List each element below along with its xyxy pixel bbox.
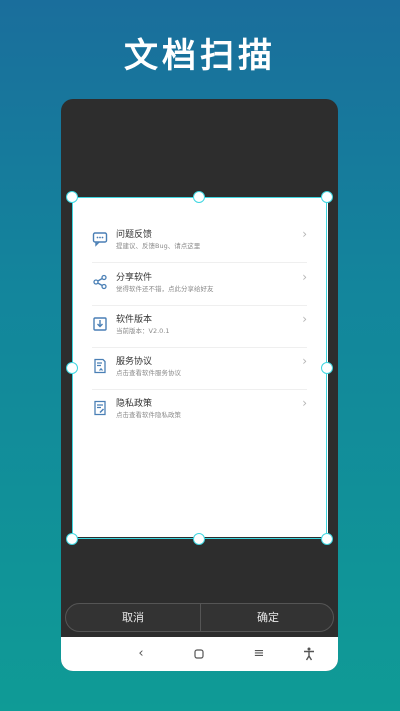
crop-handle-right[interactable]	[321, 362, 333, 374]
crop-handle-bottom-left[interactable]	[66, 533, 78, 545]
list-item-version: 软件版本 当前版本：V2.0.1 ›	[92, 312, 307, 348]
chevron-right-icon: ›	[302, 312, 307, 326]
headline: 文档扫描	[124, 36, 276, 76]
item-subtitle: 提建议、反馈Bug、请点这里	[116, 242, 201, 250]
scanned-document: 问题反馈 提建议、反馈Bug、请点这里 › 分享软件 觉得软件还不错，点此分享给…	[72, 197, 328, 537]
feedback-icon	[92, 232, 108, 247]
crop-handle-top-left[interactable]	[66, 191, 78, 203]
item-subtitle: 点击查看软件服务协议	[116, 369, 181, 377]
confirm-button[interactable]: 确定	[201, 604, 335, 631]
item-title: 软件版本	[116, 315, 153, 325]
list-item-privacy: 隐私政策 点击查看软件隐私政策 ›	[92, 396, 307, 432]
back-icon[interactable]: ‹	[133, 646, 149, 662]
item-subtitle: 点击查看软件隐私政策	[116, 411, 181, 419]
share-icon	[93, 274, 107, 290]
divider	[92, 347, 307, 348]
crop-handle-left[interactable]	[66, 362, 78, 374]
chevron-right-icon: ›	[302, 227, 307, 241]
privacy-icon	[94, 400, 106, 416]
item-title: 服务协议	[116, 357, 153, 367]
phone-mockup: 问题反馈 提建议、反馈Bug、请点这里 › 分享软件 觉得软件还不错，点此分享给…	[61, 99, 338, 671]
list-item-agreement: 服务协议 点击查看软件服务协议 ›	[92, 354, 307, 390]
item-title: 分享软件	[116, 273, 153, 283]
crop-handle-top-right[interactable]	[321, 191, 333, 203]
item-subtitle: 觉得软件还不错，点此分享给好友	[116, 285, 214, 293]
chevron-right-icon: ›	[302, 396, 307, 410]
chevron-right-icon: ›	[302, 270, 307, 284]
divider	[92, 262, 307, 263]
agreement-icon	[94, 358, 106, 374]
item-subtitle: 当前版本：V2.0.1	[116, 327, 170, 335]
version-icon	[93, 317, 107, 331]
system-navbar: ‹ ≡	[61, 637, 338, 671]
list-item-feedback: 问题反馈 提建议、反馈Bug、请点这里 ›	[92, 227, 307, 263]
divider	[92, 389, 307, 390]
item-title: 问题反馈	[116, 230, 153, 240]
accessibility-icon[interactable]	[301, 646, 317, 662]
home-icon[interactable]	[191, 646, 207, 662]
crop-handle-bottom-right[interactable]	[321, 533, 333, 545]
action-bar: 取消 确定	[65, 603, 334, 632]
crop-handle-bottom[interactable]	[193, 533, 205, 545]
item-title: 隐私政策	[116, 399, 153, 409]
divider	[92, 305, 307, 306]
list-item-share: 分享软件 觉得软件还不错，点此分享给好友 ›	[92, 270, 307, 306]
chevron-right-icon: ›	[302, 354, 307, 368]
cancel-button[interactable]: 取消	[66, 604, 200, 631]
crop-handle-top[interactable]	[193, 191, 205, 203]
menu-icon[interactable]: ≡	[251, 646, 267, 662]
